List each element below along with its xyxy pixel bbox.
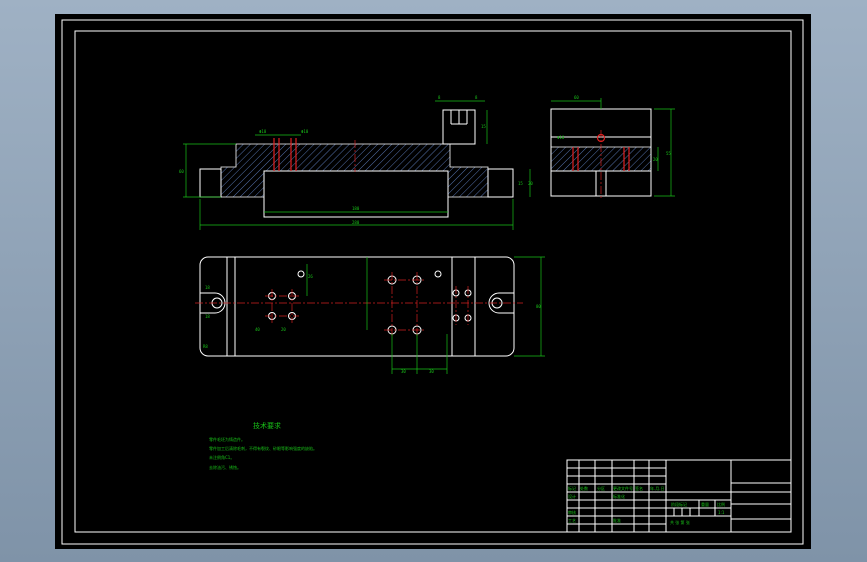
svg-text:55: 55 <box>666 151 671 156</box>
svg-text:20: 20 <box>653 157 658 162</box>
dim-plan-bottom-right: 30 <box>429 369 434 374</box>
hole-pattern-right <box>452 286 472 325</box>
dim-front-inner: 180 <box>352 206 360 211</box>
dim-plan-height: 80 <box>536 304 541 309</box>
tb-standardize: 标准化 <box>613 493 625 499</box>
technical-requirements: 技术要求 零件毛坯为铸造件。 零件加工后清除毛刺，不得有裂纹、砂眼等影响强度的缺… <box>209 421 317 470</box>
tech-req-item-2: 零件加工后清除毛刺，不得有裂纹、砂眼等影响强度的缺陷。 <box>209 445 317 451</box>
tb-sheets: 共 张 第 张 <box>670 519 690 525</box>
hole-pattern-left <box>265 289 299 323</box>
svg-text:Φ10: Φ10 <box>301 129 309 134</box>
tb-process: 工艺 <box>568 518 576 523</box>
tb-sign: 签名 <box>635 485 643 491</box>
tb-date: 年.月.日 <box>650 485 665 491</box>
svg-text:18: 18 <box>205 285 210 290</box>
side-section-view: 60 55 20 Φ10 <box>550 95 675 199</box>
tb-review: 审核 <box>568 509 576 515</box>
tb-design: 设计 <box>568 493 576 499</box>
dim-plan-bottom-left: 30 <box>401 369 406 374</box>
tb-scale-value: 1:1 <box>718 510 725 515</box>
drawing-sheet: 60 280 180 Φ10 Φ10 8 8 15 15 20 60 55 20… <box>55 14 811 549</box>
svg-text:60: 60 <box>179 169 184 174</box>
inner-frame <box>74 30 792 533</box>
tech-req-heading: 技术要求 <box>253 421 281 430</box>
title-block: 标记 处数 分区 更改文件号 签名 年.月.日 设计 标准化 审核 工艺 批准 … <box>566 459 792 533</box>
svg-text:20: 20 <box>281 327 286 332</box>
tb-mark: 标记 <box>568 485 576 491</box>
plan-view: 30 30 80 26 18 18 R8 40 20 <box>195 256 545 374</box>
tb-stage-mark: 阶段标记 <box>671 501 687 507</box>
svg-text:20: 20 <box>528 181 533 186</box>
svg-text:15: 15 <box>518 181 523 186</box>
engineering-drawing: 60 280 180 Φ10 Φ10 8 8 15 15 20 60 55 20… <box>61 19 804 545</box>
dim-front-total: 280 <box>352 220 360 225</box>
tb-change-doc: 更改文件号 <box>613 485 633 491</box>
svg-text:18: 18 <box>205 314 210 319</box>
svg-text:40: 40 <box>255 327 260 332</box>
svg-text:26: 26 <box>308 274 313 279</box>
front-section-view: 60 280 180 Φ10 Φ10 8 8 15 15 20 <box>179 95 533 230</box>
svg-text:Φ10: Φ10 <box>557 135 565 140</box>
tb-approve: 批准 <box>613 517 621 523</box>
svg-text:R8: R8 <box>203 344 208 349</box>
tech-req-item-3: 未注倒角C1。 <box>209 454 234 460</box>
svg-text:8: 8 <box>438 95 441 100</box>
tech-req-item-1: 零件毛坯为铸造件。 <box>209 436 245 442</box>
svg-text:15: 15 <box>481 124 486 129</box>
tb-scale: 比例 <box>717 501 725 507</box>
svg-text:8: 8 <box>475 95 478 100</box>
tb-zone: 分区 <box>597 485 605 491</box>
svg-text:Φ10: Φ10 <box>259 129 267 134</box>
dim-side-width: 60 <box>574 95 579 100</box>
tb-weight: 重量 <box>701 501 709 507</box>
outer-frame <box>61 19 804 545</box>
tb-count: 处数 <box>580 485 588 491</box>
tech-req-item-4: 去除油污、锈蚀。 <box>209 464 241 470</box>
